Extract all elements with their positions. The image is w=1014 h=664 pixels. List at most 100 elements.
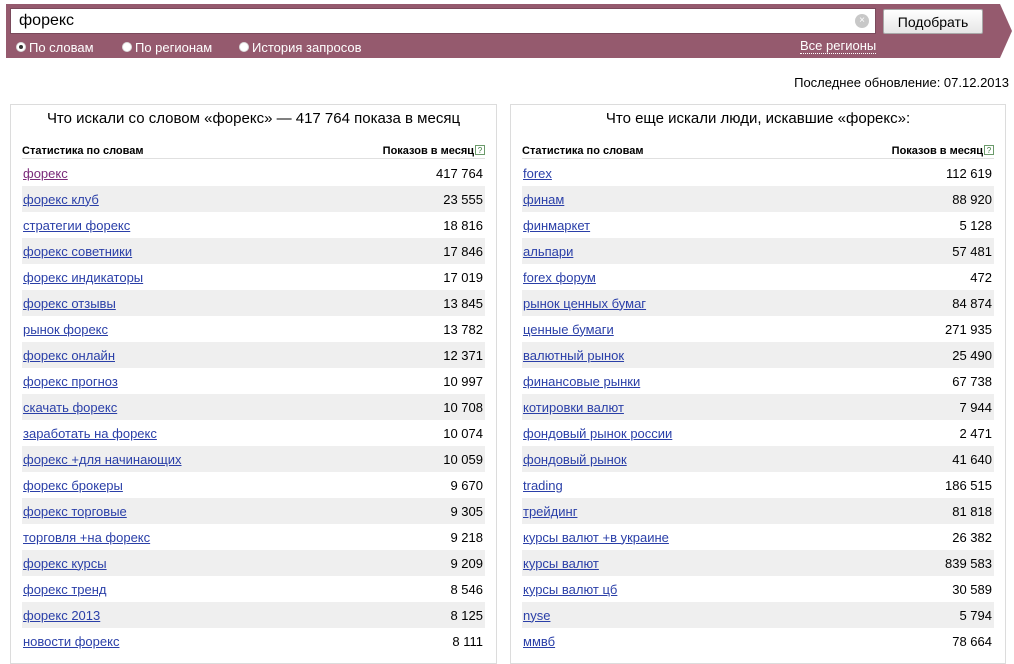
keyword-link[interactable]: заработать на форекс: [23, 426, 157, 441]
impressions-count: 9 218: [450, 529, 483, 545]
keyword-link[interactable]: forex форум: [523, 270, 596, 285]
impressions-count: 81 818: [952, 503, 992, 519]
impressions-count: 9 305: [450, 503, 483, 519]
table-row: форекс курсы 9 209: [22, 550, 485, 576]
radio-icon[interactable]: [122, 42, 132, 52]
keyword-link[interactable]: стратегии форекс: [23, 218, 130, 233]
impressions-count: 13 845: [443, 295, 483, 311]
keyword-link[interactable]: рынок ценных бумаг: [523, 296, 646, 311]
keyword-link[interactable]: трейдинг: [523, 504, 577, 519]
impressions-count: 67 738: [952, 373, 992, 389]
column-term: Статистика по словам: [522, 144, 644, 157]
table-row: forex 112 619: [522, 160, 994, 186]
keyword-link[interactable]: ценные бумаги: [523, 322, 614, 337]
search-input[interactable]: [11, 9, 855, 33]
keyword-link[interactable]: форекс тренд: [23, 582, 107, 597]
radio-icon[interactable]: [239, 42, 249, 52]
keyword-link[interactable]: форекс отзывы: [23, 296, 116, 311]
keyword-link[interactable]: курсы валют: [523, 556, 599, 571]
column-count-wrap: Показов в месяц?: [383, 144, 485, 157]
table-row: торговля +на форекс 9 218: [22, 524, 485, 550]
impressions-count: 186 515: [945, 477, 992, 493]
table-row: форекс +для начинающих 10 059: [22, 446, 485, 472]
keyword-link[interactable]: forex: [523, 166, 552, 181]
impressions-count: 25 490: [952, 347, 992, 363]
keyword-link[interactable]: форекс брокеры: [23, 478, 123, 493]
right-panel: Что еще искали люди, искавшие «форекс»: …: [510, 104, 1006, 664]
submit-button[interactable]: Подобрать: [883, 9, 983, 34]
impressions-count: 26 382: [952, 529, 992, 545]
mode-option-words[interactable]: По словам: [16, 38, 94, 56]
table-row: котировки валют 7 944: [522, 394, 994, 420]
clear-icon[interactable]: ×: [855, 14, 869, 28]
help-icon[interactable]: ?: [984, 144, 994, 155]
impressions-count: 18 816: [443, 217, 483, 233]
impressions-count: 10 708: [443, 399, 483, 415]
keyword-link[interactable]: форекс онлайн: [23, 348, 115, 363]
keyword-link[interactable]: форекс +для начинающих: [23, 452, 182, 467]
table-row: скачать форекс 10 708: [22, 394, 485, 420]
keyword-link[interactable]: фондовый рынок россии: [523, 426, 672, 441]
keyword-link[interactable]: форекс 2013: [23, 608, 100, 623]
keyword-link[interactable]: форекс: [23, 166, 68, 181]
keyword-link[interactable]: форекс клуб: [23, 192, 99, 207]
table-row: ммвб 78 664: [522, 628, 994, 654]
impressions-count: 2 471: [959, 425, 992, 441]
table-row: forex форум 472: [522, 264, 994, 290]
impressions-count: 9 209: [450, 555, 483, 571]
impressions-count: 417 764: [436, 165, 483, 181]
keyword-link[interactable]: trading: [523, 478, 563, 493]
impressions-count: 41 640: [952, 451, 992, 467]
keyword-link[interactable]: новости форекс: [23, 634, 119, 649]
mode-option-history[interactable]: История запросов: [239, 38, 362, 56]
keyword-link[interactable]: курсы валют +в украине: [523, 530, 669, 545]
table-row: заработать на форекс 10 074: [22, 420, 485, 446]
table-row: nyse 5 794: [522, 602, 994, 628]
keyword-link[interactable]: форекс торговые: [23, 504, 127, 519]
impressions-count: 5 794: [959, 607, 992, 623]
keyword-link[interactable]: скачать форекс: [23, 400, 117, 415]
impressions-count: 472: [970, 269, 992, 285]
impressions-count: 84 874: [952, 295, 992, 311]
impressions-count: 78 664: [952, 633, 992, 649]
help-icon[interactable]: ?: [475, 144, 485, 155]
table-row: форекс 417 764: [22, 160, 485, 186]
table-row: курсы валют цб 30 589: [522, 576, 994, 602]
keyword-link[interactable]: nyse: [523, 608, 550, 623]
keyword-link[interactable]: курсы валют цб: [523, 582, 617, 597]
keyword-link[interactable]: рынок форекс: [23, 322, 108, 337]
table-row: форекс тренд 8 546: [22, 576, 485, 602]
keyword-link[interactable]: форекс индикаторы: [23, 270, 143, 285]
table-row: курсы валют +в украине 26 382: [522, 524, 994, 550]
table-row: рынок ценных бумаг 84 874: [522, 290, 994, 316]
keyword-link[interactable]: фондовый рынок: [523, 452, 627, 467]
radio-icon[interactable]: [16, 42, 26, 52]
table-row: форекс советники 17 846: [22, 238, 485, 264]
impressions-count: 13 782: [443, 321, 483, 337]
mode-label: История запросов: [252, 39, 362, 55]
impressions-count: 57 481: [952, 243, 992, 259]
keyword-link[interactable]: финмаркет: [523, 218, 590, 233]
mode-option-regions[interactable]: По регионам: [122, 38, 212, 56]
left-table: форекс 417 764 форекс клуб 23 555 стратегии …: [22, 160, 485, 654]
table-row: форекс отзывы 13 845: [22, 290, 485, 316]
impressions-count: 8 111: [452, 633, 483, 649]
keyword-link[interactable]: альпари: [523, 244, 573, 259]
impressions-count: 17 019: [443, 269, 483, 285]
mode-label: По словам: [29, 39, 94, 55]
left-panel: Что искали со словом «форекс» — 417 764 …: [10, 104, 497, 664]
impressions-count: 10 059: [443, 451, 483, 467]
impressions-count: 5 128: [959, 217, 992, 233]
keyword-link[interactable]: валютный рынок: [523, 348, 624, 363]
keyword-link[interactable]: котировки валют: [523, 400, 624, 415]
keyword-link[interactable]: торговля +на форекс: [23, 530, 150, 545]
keyword-link[interactable]: финансовые рынки: [523, 374, 640, 389]
keyword-link[interactable]: форекс курсы: [23, 556, 107, 571]
keyword-link[interactable]: финам: [523, 192, 564, 207]
keyword-link[interactable]: форекс прогноз: [23, 374, 118, 389]
keyword-link[interactable]: форекс советники: [23, 244, 132, 259]
table-row: форекс прогноз 10 997: [22, 368, 485, 394]
all-regions-link[interactable]: Все регионы: [800, 39, 877, 54]
keyword-link[interactable]: ммвб: [523, 634, 555, 649]
impressions-count: 10 074: [443, 425, 483, 441]
